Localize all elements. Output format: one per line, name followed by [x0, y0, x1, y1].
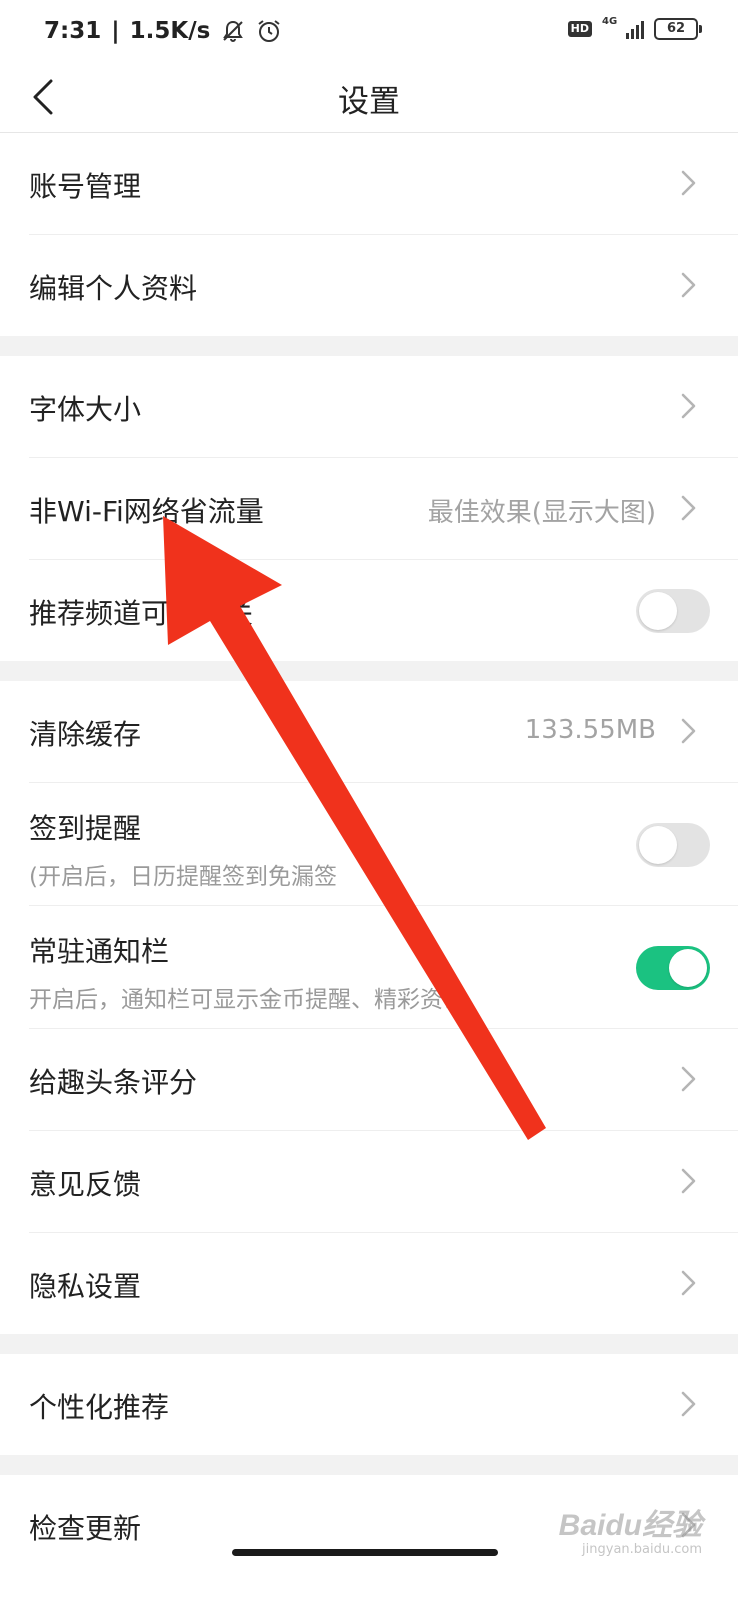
chevron-right-icon	[678, 169, 698, 197]
settings-item[interactable]: 个性化推荐	[29, 1354, 738, 1455]
status-time: 7:31	[44, 18, 102, 44]
settings-item[interactable]: 签到提醒 (开启后，日历提醒签到免漏签	[29, 783, 738, 906]
status-bar: 7:31 | 1.5K/s HD 4G 62	[0, 0, 738, 64]
toggle-knob	[639, 592, 677, 630]
home-indicator[interactable]	[232, 1549, 498, 1556]
nav-bar: 设置	[0, 64, 738, 133]
watermark-logo: Baidu经验	[558, 1509, 702, 1542]
chevron-right-icon	[678, 1167, 698, 1195]
settings-list: 账号管理编辑个人资料 字体大小非Wi-Fi网络省流量 最佳效果(显示大图) 推荐频道可…	[0, 133, 738, 1576]
settings-group: 账号管理编辑个人资料	[0, 133, 738, 336]
chevron-right-icon	[678, 717, 698, 745]
chevron-right-icon	[678, 271, 698, 299]
settings-item-label: 签到提醒	[29, 812, 142, 845]
toggle-knob	[639, 826, 677, 864]
settings-item[interactable]: 推荐频道可见开关	[29, 560, 738, 661]
hd-badge: HD	[567, 21, 592, 37]
settings-group: 清除缓存 133.55MB 签到提醒 (开启后，日历提醒签到免漏签常驻通知栏开启后，通…	[0, 681, 738, 1334]
watermark: Baidu经验 jingyan.baidu.com	[559, 1500, 702, 1557]
chevron-right-icon	[678, 392, 698, 420]
battery-icon: 62	[654, 18, 702, 40]
group-divider	[0, 336, 738, 356]
settings-item[interactable]: 字体大小	[29, 356, 738, 458]
settings-item-description: 开启后，通知栏可显示金币提醒、精彩资讯	[29, 987, 466, 1013]
group-divider	[0, 661, 738, 681]
toggle-switch[interactable]	[636, 589, 710, 633]
chevron-right-icon	[678, 1269, 698, 1297]
settings-item-label: 字体大小	[29, 393, 142, 426]
settings-item[interactable]: 隐私设置	[29, 1233, 738, 1334]
chevron-right-icon	[678, 1390, 698, 1418]
settings-item[interactable]: 清除缓存 133.55MB	[29, 681, 738, 783]
settings-item-label: 常驻通知栏	[29, 935, 170, 968]
settings-item-label: 推荐频道可见开关	[29, 597, 254, 630]
settings-item-value: 133.55MB	[524, 715, 656, 745]
network-type-icon: 4G	[602, 16, 618, 27]
alarm-icon	[258, 20, 280, 42]
settings-group: 个性化推荐	[0, 1354, 738, 1455]
settings-group: 字体大小非Wi-Fi网络省流量 最佳效果(显示大图) 推荐频道可见开关	[0, 356, 738, 661]
toggle-switch[interactable]	[636, 946, 710, 990]
settings-item-label: 隐私设置	[29, 1270, 142, 1303]
settings-item-value: 最佳效果(显示大图)	[427, 498, 656, 528]
settings-item[interactable]: 账号管理	[29, 133, 738, 235]
settings-item-label: 检查更新	[29, 1512, 142, 1545]
settings-item-label: 账号管理	[29, 170, 142, 203]
settings-item[interactable]: 给趣头条评分	[29, 1029, 738, 1131]
status-net-speed: 1.5K/s	[129, 18, 211, 44]
status-divider: |	[111, 18, 120, 44]
group-divider	[0, 1455, 738, 1475]
mute-icon	[223, 20, 244, 42]
settings-item[interactable]: 编辑个人资料	[29, 235, 738, 336]
settings-item-label: 给趣头条评分	[29, 1066, 198, 1099]
settings-item-label: 清除缓存	[29, 718, 142, 751]
settings-item-label: 个性化推荐	[29, 1391, 170, 1424]
settings-item-description: (开启后，日历提醒签到免漏签	[29, 864, 337, 890]
settings-item-label: 非Wi-Fi网络省流量	[29, 495, 264, 528]
chevron-right-icon	[678, 494, 698, 522]
toggle-switch[interactable]	[636, 823, 710, 867]
chevron-right-icon	[678, 1065, 698, 1093]
settings-item[interactable]: 常驻通知栏开启后，通知栏可显示金币提醒、精彩资讯	[29, 906, 738, 1029]
page-title: 设置	[338, 84, 400, 120]
settings-item-label: 意见反馈	[29, 1168, 142, 1201]
watermark-url: jingyan.baidu.com	[582, 1542, 702, 1557]
settings-item[interactable]: 意见反馈	[29, 1131, 738, 1233]
toggle-knob	[669, 949, 707, 987]
group-divider	[0, 1334, 738, 1354]
settings-item-label: 编辑个人资料	[29, 272, 198, 305]
signal-icon	[626, 19, 644, 39]
settings-item[interactable]: 非Wi-Fi网络省流量 最佳效果(显示大图)	[29, 458, 738, 560]
